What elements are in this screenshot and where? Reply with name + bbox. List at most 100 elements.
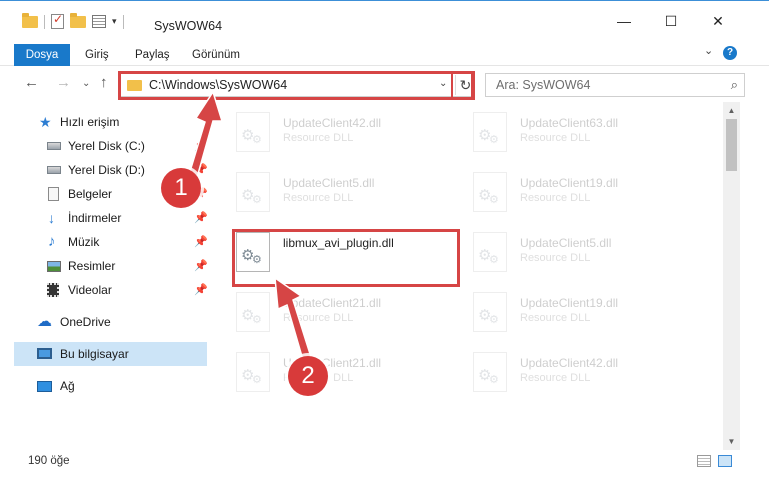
sidebar-item-label: Videolar	[68, 283, 112, 297]
dll-file-icon	[236, 232, 270, 272]
pin-icon[interactable]: 📌	[194, 134, 208, 158]
quick-access-toolbar: ▾	[22, 12, 124, 29]
ribbon-tabs: Dosya Giriş Paylaş Görünüm ⌄ ?	[0, 40, 769, 66]
step-badge-1: 1	[161, 168, 201, 208]
sidebar-item-quick-access[interactable]: ★ Hızlı erişim	[14, 110, 207, 134]
address-dropdown-icon[interactable]: ⌄	[439, 78, 447, 89]
step-badge-2: 2	[288, 356, 328, 396]
back-button[interactable]: ←	[24, 74, 39, 91]
pin-icon[interactable]: 📌	[194, 230, 208, 254]
pin-icon[interactable]: 📌	[194, 206, 208, 230]
file-list: UpdateClient42.dll Resource DLL UpdateCl…	[210, 102, 723, 450]
file-item[interactable]: UpdateClient63.dll Resource DLL	[447, 108, 677, 158]
videos-icon	[47, 283, 59, 297]
close-button[interactable]: ✕	[695, 13, 741, 33]
sidebar-item-label: Belgeler	[68, 187, 113, 201]
new-folder-icon[interactable]	[70, 12, 86, 28]
sidebar-item-downloads[interactable]: ↓ İndirmeler 📌	[14, 206, 208, 230]
dll-file-icon	[473, 112, 507, 152]
forward-button[interactable]: →	[56, 74, 71, 91]
file-name: UpdateClient21.dll	[283, 296, 382, 310]
address-bar[interactable]: C:\Windows\SysWOW64 ⌄ ↻	[120, 73, 475, 97]
file-item[interactable]: UpdateClient5.dll Resource DLL	[210, 168, 440, 218]
tab-share[interactable]: Paylaş	[135, 44, 170, 66]
up-button[interactable]: ↑	[100, 74, 108, 91]
sidebar-item-this-pc[interactable]: Bu bilgisayar	[14, 342, 207, 366]
window-title: SysWOW64	[154, 19, 223, 33]
help-icon[interactable]: ?	[723, 46, 737, 60]
sidebar-item-label: Resimler	[68, 259, 116, 273]
file-name: UpdateClient42.dll	[283, 116, 382, 130]
file-type: Resource DLL	[520, 372, 591, 384]
tab-home[interactable]: Giriş	[85, 44, 109, 66]
file-item[interactable]: UpdateClient19.dll Resource DLL	[447, 168, 677, 218]
file-item[interactable]: UpdateClient42.dll Resource DLL	[210, 108, 440, 158]
sidebar-item-label: OneDrive	[60, 315, 111, 329]
search-icon[interactable]: ⌕	[731, 77, 738, 93]
toolbar-divider	[44, 14, 45, 29]
scroll-thumb[interactable]	[726, 119, 737, 171]
dll-file-icon	[473, 172, 507, 212]
file-name: UpdateClient19.dll	[520, 176, 619, 190]
address-path[interactable]: C:\Windows\SysWOW64	[149, 78, 287, 92]
dll-file-icon	[236, 352, 270, 392]
file-item[interactable]: UpdateClient19.dll Resource DLL	[447, 288, 677, 338]
properties-check-icon[interactable]	[51, 12, 64, 29]
file-type: Resource DLL	[520, 132, 591, 144]
sidebar-item-label: Hızlı erişim	[60, 115, 120, 129]
sidebar-item-label: Müzik	[68, 235, 100, 249]
sidebar-item-label: Yerel Disk (D:)	[68, 163, 145, 177]
file-item[interactable]: UpdateClient5.dll Resource DLL	[447, 228, 677, 278]
search-box[interactable]: Ara: SysWOW64 ⌕	[485, 73, 745, 97]
drive-icon	[47, 142, 61, 150]
details-view-button[interactable]	[697, 455, 711, 467]
refresh-button[interactable]: ↻	[455, 75, 475, 95]
file-name: UpdateClient63.dll	[520, 116, 619, 130]
expand-ribbon-icon[interactable]: ⌄	[704, 44, 713, 57]
sidebar-item-network[interactable]: Ağ	[14, 374, 207, 398]
tab-view[interactable]: Görünüm	[192, 44, 240, 66]
file-name: UpdateClient5.dll	[283, 176, 375, 190]
file-item[interactable]: UpdateClient42.dll Resource DLL	[447, 348, 677, 398]
pin-icon[interactable]: 📌	[194, 254, 208, 278]
status-bar: 190 öğe	[0, 450, 769, 472]
dll-file-icon	[473, 232, 507, 272]
computer-icon	[37, 348, 52, 359]
recent-locations-button[interactable]: ⌄	[82, 78, 90, 89]
file-type: Resource DLL	[283, 192, 354, 204]
properties-icon[interactable]	[92, 15, 106, 28]
customize-toolbar-dropdown[interactable]: ▾	[112, 16, 117, 27]
folder-icon	[22, 12, 38, 28]
sidebar-item-label: Ağ	[60, 379, 75, 393]
file-item-libmux-avi-plugin[interactable]: libmux_avi_plugin.dll	[210, 228, 440, 278]
toolbar-divider	[122, 14, 124, 29]
sidebar-item-pictures[interactable]: Resimler 📌	[14, 254, 208, 278]
sidebar-item-videos[interactable]: Videolar 📌	[14, 278, 208, 302]
file-name: UpdateClient42.dll	[520, 356, 619, 370]
dll-file-icon	[236, 172, 270, 212]
pin-icon[interactable]: 📌	[194, 278, 208, 302]
tab-file[interactable]: Dosya	[14, 44, 70, 66]
dll-file-icon	[236, 112, 270, 152]
download-icon: ↓	[48, 210, 55, 226]
large-icons-view-button[interactable]	[718, 455, 732, 467]
documents-icon	[48, 187, 59, 201]
maximize-button[interactable]: ☐	[648, 13, 694, 33]
sidebar-item-onedrive[interactable]: ☁ OneDrive	[14, 310, 207, 334]
minimize-button[interactable]: —	[601, 13, 647, 33]
vertical-scrollbar[interactable]: ▲ ▼	[723, 102, 740, 450]
network-icon	[37, 381, 52, 392]
sidebar-item-music[interactable]: ♪ Müzik 📌	[14, 230, 208, 254]
drive-icon	[47, 166, 61, 174]
sidebar-item-local-disk-c[interactable]: Yerel Disk (C:) 📌	[14, 134, 208, 158]
dll-file-icon	[473, 292, 507, 332]
search-placeholder: Ara: SysWOW64	[496, 78, 591, 92]
title-bar: ▾ SysWOW64 — ☐ ✕	[0, 0, 769, 40]
cloud-icon: ☁	[37, 313, 52, 330]
file-item[interactable]: UpdateClient21.dll Resource DLL	[210, 288, 440, 338]
scroll-up-button[interactable]: ▲	[723, 102, 740, 119]
scroll-down-button[interactable]: ▼	[723, 433, 740, 450]
file-type: Resource DLL	[520, 312, 591, 324]
navigation-bar: ← → ⌄ ↑ C:\Windows\SysWOW64 ⌄ ↻ Ara: Sys…	[0, 66, 769, 102]
sidebar-item-label: Yerel Disk (C:)	[68, 139, 145, 153]
